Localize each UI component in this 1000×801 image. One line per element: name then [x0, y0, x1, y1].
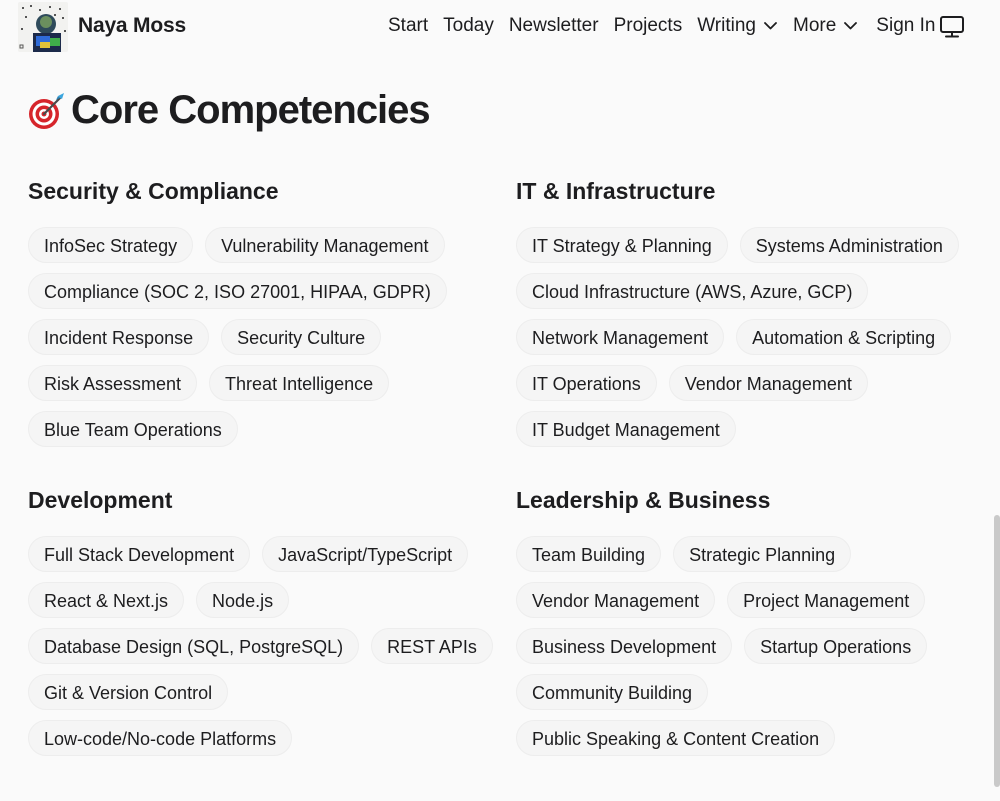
- skill-chip[interactable]: IT Operations: [516, 365, 657, 401]
- nav-more-label: More: [793, 15, 837, 36]
- direct-hit-icon: [29, 92, 64, 129]
- skill-chip[interactable]: React & Next.js: [28, 582, 185, 618]
- nav-newsletter-label: Newsletter: [508, 15, 599, 36]
- nav-start[interactable]: Start: [388, 15, 428, 37]
- section-heading: Leadership & Business: [516, 487, 771, 513]
- skill-chip[interactable]: Threat Intelligence: [209, 365, 390, 401]
- skill-chip[interactable]: Incident Response: [28, 319, 210, 355]
- skill-chip[interactable]: InfoSec Strategy: [28, 227, 194, 263]
- skill-chip[interactable]: Team Building: [516, 536, 662, 572]
- skill-chip[interactable]: Vendor Management: [668, 365, 868, 401]
- nav-writing-label: Writing: [697, 15, 756, 36]
- nav-sign-in-label: Sign In: [876, 15, 936, 36]
- theme-toggle-button[interactable]: [939, 15, 965, 39]
- section-it-infrastructure: IT & Infrastructure IT Strategy & Planni…: [516, 175, 986, 447]
- skill-chip[interactable]: Low-code/No-code Platforms: [28, 720, 293, 756]
- monitor-icon: [940, 16, 964, 38]
- skill-chip[interactable]: Vulnerability Management: [205, 227, 445, 263]
- skill-chip[interactable]: Project Management: [727, 582, 926, 618]
- chevron-down-icon: [764, 22, 777, 30]
- skill-chip[interactable]: Network Management: [516, 319, 725, 355]
- skill-chip[interactable]: Git & Version Control: [28, 674, 229, 710]
- skill-chip[interactable]: Systems Administration: [739, 227, 959, 263]
- skill-chip[interactable]: Business Development: [516, 628, 733, 664]
- section-leadership-business: Leadership & Business Team Building Stra…: [516, 484, 986, 756]
- chip-list: InfoSec Strategy Vulnerability Managemen…: [28, 227, 498, 447]
- nav-today-label: Today: [443, 15, 494, 36]
- page-title: Core Competencies: [71, 88, 431, 132]
- skill-chip[interactable]: Security Culture: [221, 319, 382, 355]
- skill-chip[interactable]: REST APIs: [371, 628, 493, 664]
- nav-projects[interactable]: Projects: [614, 15, 683, 37]
- chip-list: Full Stack Development JavaScript/TypeSc…: [28, 536, 498, 756]
- section-development: Development Full Stack Development JavaS…: [28, 484, 498, 756]
- skill-chip[interactable]: Public Speaking & Content Creation: [516, 720, 836, 756]
- skill-chip[interactable]: Database Design (SQL, PostgreSQL): [28, 628, 360, 664]
- section-heading: Security & Compliance: [28, 178, 279, 204]
- site-name[interactable]: Naya Moss: [78, 14, 186, 38]
- chip-list: Team Building Strategic Planning Vendor …: [516, 536, 986, 756]
- skill-chip[interactable]: Node.js: [196, 582, 290, 618]
- skill-chip[interactable]: Risk Assessment: [28, 365, 198, 401]
- avatar[interactable]: [18, 2, 68, 52]
- skill-chip[interactable]: Cloud Infrastructure (AWS, Azure, GCP): [516, 273, 869, 309]
- nav-more[interactable]: More: [793, 15, 858, 37]
- skill-chip[interactable]: IT Budget Management: [516, 411, 736, 447]
- skill-chip[interactable]: Community Building: [516, 674, 709, 710]
- nav-newsletter[interactable]: Newsletter: [509, 15, 599, 37]
- skill-chip[interactable]: Full Stack Development: [28, 536, 251, 572]
- main-nav: Start Today Newsletter Projects Writing …: [388, 15, 935, 37]
- skill-chip[interactable]: IT Strategy & Planning: [516, 227, 728, 263]
- section-security-compliance: Security & Compliance InfoSec Strategy V…: [28, 175, 498, 447]
- page-title-row: Core Competencies: [27, 88, 431, 133]
- skill-chip[interactable]: Compliance (SOC 2, ISO 27001, HIPAA, GDP…: [28, 273, 447, 309]
- skill-chip[interactable]: Vendor Management: [516, 582, 716, 618]
- scrollbar-thumb[interactable]: [994, 515, 1000, 787]
- nav-start-label: Start: [388, 15, 429, 36]
- avatar-image: [18, 2, 68, 52]
- nav-writing[interactable]: Writing: [697, 15, 777, 37]
- chip-list: IT Strategy & Planning Systems Administr…: [516, 227, 986, 447]
- skill-chip[interactable]: JavaScript/TypeScript: [262, 536, 469, 572]
- skill-chip[interactable]: Automation & Scripting: [736, 319, 952, 355]
- nav-projects-label: Projects: [613, 15, 683, 36]
- section-heading: Development: [28, 487, 173, 513]
- nav-today[interactable]: Today: [443, 15, 494, 37]
- skill-chip[interactable]: Strategic Planning: [673, 536, 852, 572]
- skill-chip[interactable]: Startup Operations: [744, 628, 928, 664]
- nav-sign-in[interactable]: Sign In: [876, 15, 935, 37]
- chevron-down-icon: [844, 22, 858, 30]
- section-heading: IT & Infrastructure: [516, 178, 716, 204]
- site-header: Naya Moss Start Today Newsletter Project…: [0, 0, 1000, 54]
- skill-chip[interactable]: Blue Team Operations: [28, 411, 238, 447]
- page: Naya Moss Start Today Newsletter Project…: [0, 0, 1000, 801]
